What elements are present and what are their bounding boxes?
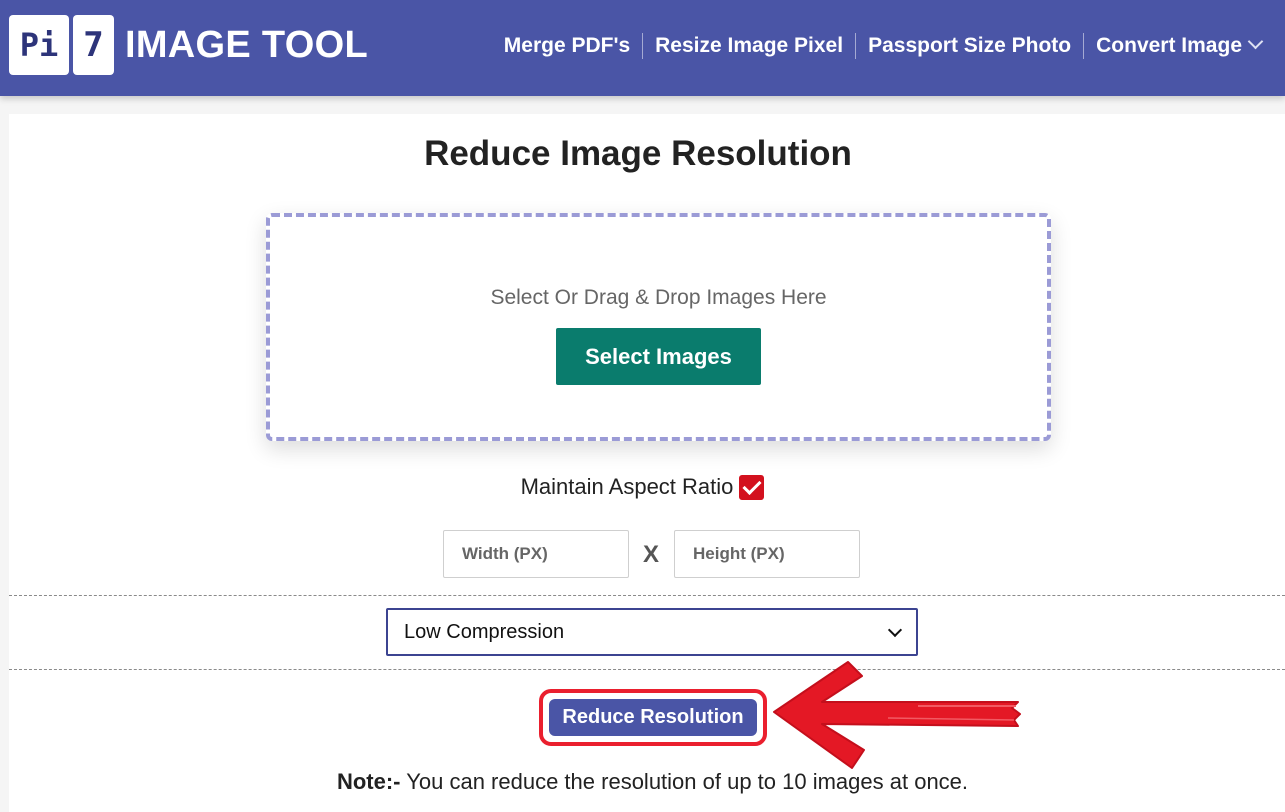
brand-name[interactable]: IMAGE TOOL [125,23,368,67]
note-body: You can reduce the resolution of up to 1… [406,769,969,794]
width-input[interactable] [443,530,629,578]
logo-pi-text: Pi [19,26,59,64]
logo-pi-block[interactable]: Pi [9,15,69,75]
nav-convert-image[interactable]: Convert Image [1083,33,1273,59]
main-nav: Merge PDF's Resize Image Pixel Passport … [492,33,1273,59]
dropzone-prompt: Select Or Drag & Drop Images Here [490,286,827,309]
nav-resize-image-pixel[interactable]: Resize Image Pixel [642,33,855,59]
divider-top [9,595,1285,596]
compression-selected-value: Low Compression [404,620,565,643]
reduce-resolution-button[interactable]: Reduce Resolution [549,699,757,736]
aspect-ratio-checkbox[interactable] [739,474,765,500]
aspect-ratio-row: Maintain Aspect Ratio [0,474,1285,500]
compression-select[interactable]: Low Compression [386,608,918,656]
image-dropzone[interactable]: Select Or Drag & Drop Images Here Select… [266,213,1051,441]
page-title: Reduce Image Resolution [424,134,852,173]
reduce-button-highlight: Reduce Resolution [539,689,767,746]
red-arrow-pointer-icon [773,661,1021,769]
logo-7-text: 7 [83,25,104,65]
dimension-separator: X [643,541,660,568]
nav-convert-image-label: Convert Image [1096,34,1242,57]
divider-bottom [9,669,1285,670]
select-images-button[interactable]: Select Images [556,328,761,385]
nav-passport-size-photo[interactable]: Passport Size Photo [855,33,1083,59]
aspect-ratio-label: Maintain Aspect Ratio [520,474,734,499]
note-text: Note:- You can reduce the resolution of … [0,768,1285,796]
nav-merge-pdfs[interactable]: Merge PDF's [492,33,642,59]
chevron-down-icon [887,622,903,637]
note-prefix: Note:- [336,769,401,794]
chevron-down-icon [1247,33,1264,50]
height-input[interactable] [674,530,860,578]
logo-7-block[interactable]: 7 [73,15,114,75]
top-navbar: Pi 7 IMAGE TOOL Merge PDF's Resize Image… [0,0,1285,96]
